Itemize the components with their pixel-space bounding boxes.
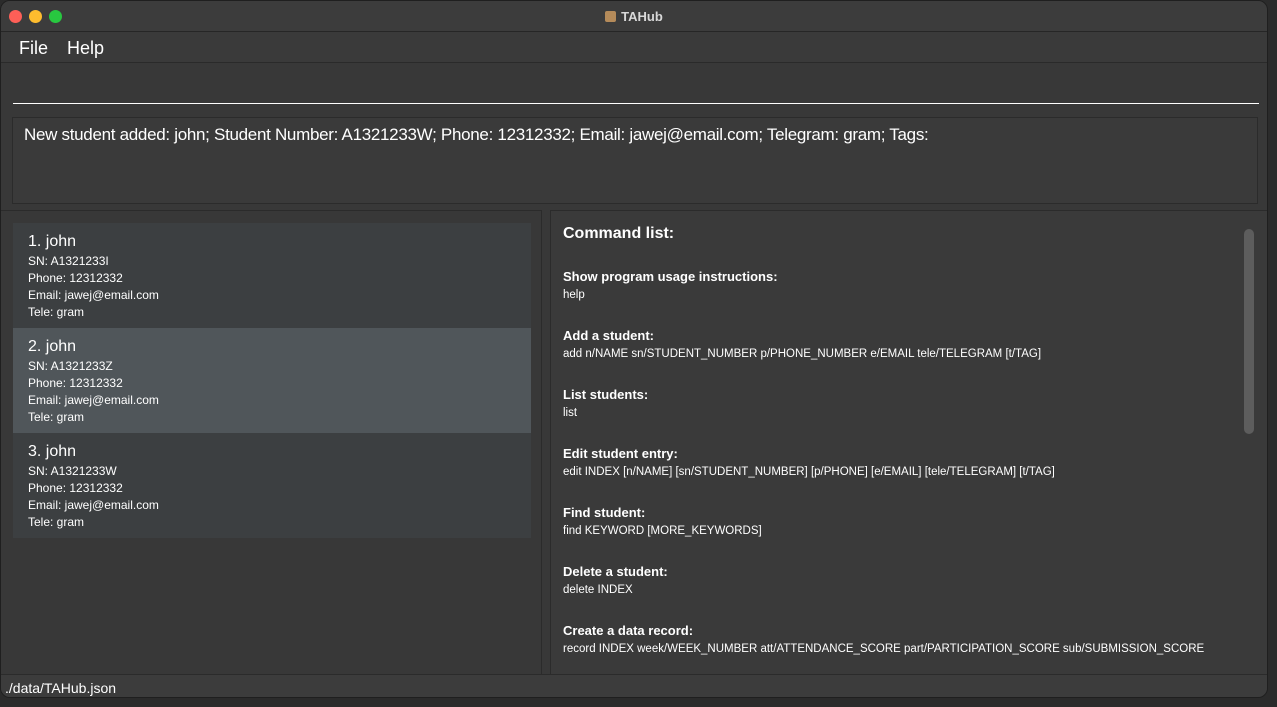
command-usage-list: list xyxy=(563,407,578,419)
command-title-add: Add a student: xyxy=(563,328,654,343)
student-telegram: Tele: gram xyxy=(28,305,85,319)
command-title-help: Show program usage instructions: xyxy=(563,269,778,284)
student-telegram: Tele: gram xyxy=(28,410,85,424)
student-telegram: Tele: gram xyxy=(28,515,85,529)
title-bar: TAHub xyxy=(1,1,1267,32)
student-phone: Phone: 12312332 xyxy=(28,271,123,285)
student-phone: Phone: 12312332 xyxy=(28,376,123,390)
command-title-delete: Delete a student: xyxy=(563,564,668,579)
result-display: New student added: john; Student Number:… xyxy=(12,117,1258,204)
command-usage-record: record INDEX week/WEEK_NUMBER att/ATTEND… xyxy=(563,643,1205,655)
window-title-group: TAHub xyxy=(1,9,1267,24)
student-email: Email: jawej@email.com xyxy=(28,288,159,302)
command-usage-edit: edit INDEX [n/NAME] [sn/STUDENT_NUMBER] … xyxy=(563,466,1055,478)
student-phone: Phone: 12312332 xyxy=(28,481,123,495)
command-title-find: Find student: xyxy=(563,505,646,520)
student-number: SN: A1321233Z xyxy=(28,359,113,373)
help-panel: Command list: Show program usage instruc… xyxy=(550,210,1267,674)
command-list-heading: Command list: xyxy=(563,225,675,242)
command-usage-add: add n/NAME sn/STUDENT_NUMBER p/PHONE_NUM… xyxy=(563,348,1042,360)
menu-help[interactable]: Help xyxy=(67,38,104,59)
student-name: 2. john xyxy=(28,338,77,355)
student-card[interactable]: 1. john SN: A1321233I Phone: 12312332 Em… xyxy=(13,223,531,328)
student-card[interactable]: 3. john SN: A1321233W Phone: 12312332 Em… xyxy=(13,433,531,538)
app-icon xyxy=(605,11,617,22)
student-number: SN: A1321233I xyxy=(28,254,109,268)
command-usage-delete: delete INDEX xyxy=(563,584,633,596)
student-name: 3. john xyxy=(28,443,77,460)
student-card-selected[interactable]: 2. john SN: A1321233Z Phone: 12312332 Em… xyxy=(13,328,531,433)
data-file-path: ./data/TAHub.json xyxy=(5,680,117,696)
command-usage-help: help xyxy=(563,289,585,301)
command-title-record: Create a data record: xyxy=(563,623,694,638)
student-name: 1. john xyxy=(28,233,77,250)
student-number: SN: A1321233W xyxy=(28,464,117,478)
command-usage-find: find KEYWORD [MORE_KEYWORDS] xyxy=(563,525,762,537)
student-list-panel: 1. john SN: A1321233I Phone: 12312332 Em… xyxy=(1,210,542,674)
command-title-edit: Edit student entry: xyxy=(563,446,678,461)
status-bar: ./data/TAHub.json xyxy=(1,674,1267,697)
result-text: New student added: john; Student Number:… xyxy=(24,125,929,144)
window-title: TAHub xyxy=(621,9,663,24)
menu-file[interactable]: File xyxy=(19,38,48,59)
help-scrollbar[interactable] xyxy=(1244,229,1254,434)
command-box xyxy=(1,63,1267,111)
command-title-list: List students: xyxy=(563,387,649,402)
menu-bar: File Help xyxy=(1,32,1267,63)
command-input[interactable] xyxy=(13,73,1259,104)
app-window: TAHub File Help New student added: john;… xyxy=(0,0,1268,698)
student-email: Email: jawej@email.com xyxy=(28,393,159,407)
student-email: Email: jawej@email.com xyxy=(28,498,159,512)
